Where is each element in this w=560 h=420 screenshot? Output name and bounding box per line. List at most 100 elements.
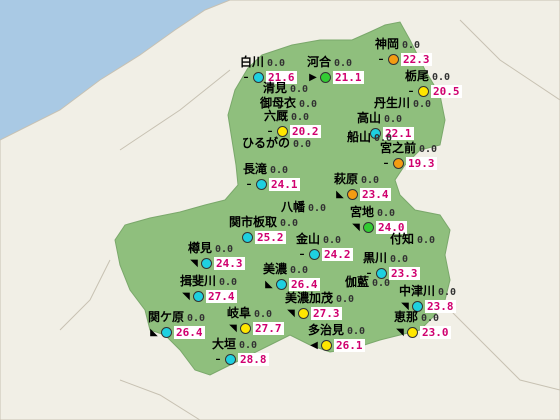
precipitation-value: 0.0 — [187, 313, 206, 324]
station-kagami[interactable]: 伽藍 0.0 — [345, 276, 390, 290]
precipitation-value: 0.0 — [280, 218, 299, 229]
temperature-value: 23.3 — [389, 266, 420, 280]
station-rokuga[interactable]: 六厩 0.0–20.2 — [264, 110, 321, 138]
station-kamioka[interactable]: 神岡 0.0 – 22.3 — [375, 38, 432, 66]
precipitation-value: 0.0 — [372, 278, 391, 289]
temperature-dot-icon — [256, 178, 267, 190]
station-neo[interactable]: 樽見 0.0 ◥ 24.3 — [188, 242, 245, 270]
precipitation-value: 0.0 — [384, 114, 403, 125]
temperature-value: 27.3 — [311, 306, 342, 320]
station-hachiman[interactable]: 八幡 0.0 — [281, 201, 326, 215]
wind-direction-icon: ◥ — [182, 291, 190, 302]
temperature-value: 23.4 — [360, 187, 391, 201]
station-name: 清見 — [263, 81, 288, 95]
wind-direction-icon: ◣ — [336, 189, 344, 200]
station-name: 栃尾 — [405, 69, 430, 83]
station-gifu[interactable]: 岐阜 0.0 ◥ 27.7 — [227, 307, 284, 335]
station-nagataki[interactable]: 長滝 0.0 – 24.1 — [243, 163, 300, 191]
precipitation-value: 0.0 — [299, 99, 318, 110]
precipitation-value: 0.0 — [219, 277, 238, 288]
station-mino[interactable]: 美濃 0.0 ◣ 26.4 — [263, 263, 320, 291]
wind-direction-icon: ▶ — [309, 72, 317, 83]
precipitation-value: 0.0 — [361, 175, 380, 186]
station-ogaki[interactable]: 大垣 0.0 – 28.8 — [212, 338, 269, 366]
precipitation-value: 0.0 — [347, 326, 366, 337]
temperature-dot-icon — [309, 248, 320, 260]
station-sekigahara[interactable]: 関ケ原 0.0 ◣ 26.4 — [148, 311, 205, 339]
station-ibigawa[interactable]: 揖斐川 0.0 ◥ 27.4 — [180, 275, 237, 303]
precipitation-value: 0.0 — [390, 254, 409, 265]
temperature-dot-icon — [242, 231, 253, 243]
temperature-dot-icon — [347, 188, 358, 200]
station-name: 美濃加茂 — [285, 291, 334, 305]
station-kawai[interactable]: 河合 0.0 ▶ 21.1 — [307, 56, 364, 84]
station-name: 八幡 — [281, 200, 306, 214]
temperature-value: 26.1 — [334, 338, 365, 352]
wind-direction-icon: – — [243, 72, 249, 83]
temperature-dot-icon — [321, 339, 332, 351]
temperature-dot-icon — [161, 326, 172, 338]
station-minokamo[interactable]: 美濃加茂 0.0 ◥ 27.3 — [285, 292, 354, 320]
station-kanayama[interactable]: 金山 0.0 – 24.2 — [296, 233, 353, 261]
temperature-dot-icon — [298, 307, 309, 319]
wind-direction-icon: ◥ — [287, 308, 295, 319]
station-name: 船山 — [347, 130, 372, 144]
precipitation-value: 0.0 — [413, 99, 432, 110]
station-nakatsugawa[interactable]: 中津川 0.0 ◥ 23.8 — [399, 285, 456, 313]
station-shirakawa[interactable]: 白川 0.0–21.6 — [240, 56, 297, 84]
station-hagiwara[interactable]: 萩原 0.0 ◣ 23.4 — [334, 173, 391, 201]
temperature-dot-icon — [363, 221, 374, 233]
precipitation-value: 0.0 — [254, 309, 273, 320]
temperature-dot-icon — [225, 353, 236, 365]
station-kiyomi[interactable]: 清見 0.0 — [263, 82, 308, 96]
temperature-value: 24.3 — [214, 256, 245, 270]
station-miyanomae[interactable]: 宮之前 0.0 – 19.3 — [380, 142, 437, 170]
precipitation-value: 0.0 — [402, 40, 421, 51]
station-name: 恵那 — [394, 310, 419, 324]
station-name: ひるがの — [242, 136, 291, 150]
wind-direction-icon: ◣ — [265, 279, 273, 290]
station-hirugano[interactable]: ひるがの 0.0 — [242, 137, 311, 151]
temperature-value: 22.3 — [401, 52, 432, 66]
precipitation-value: 0.0 — [438, 287, 457, 298]
precipitation-value: 0.0 — [334, 58, 353, 69]
station-name: 金山 — [296, 232, 321, 246]
precipitation-value: 0.0 — [291, 112, 310, 123]
station-name: 白川 — [240, 55, 265, 69]
station-ena[interactable]: 恵那 0.0 ◥ 23.0 — [394, 311, 451, 339]
station-nyukawa[interactable]: 丹生川 0.0 — [374, 97, 431, 111]
precipitation-value: 0.0 — [323, 235, 342, 246]
station-name: 大垣 — [212, 337, 237, 351]
temperature-value: 26.4 — [289, 277, 320, 291]
wind-direction-icon: – — [383, 158, 389, 169]
precipitation-value: 0.0 — [308, 203, 327, 214]
station-name: 関市板取 — [229, 215, 278, 229]
wind-direction-icon: ◥ — [229, 323, 237, 334]
station-tajimi[interactable]: 多治見 0.0 ◀ 26.1 — [308, 324, 365, 352]
station-name: 御母衣 — [260, 96, 297, 110]
precipitation-value: 0.0 — [419, 144, 438, 155]
wind-direction-icon: – — [299, 249, 305, 260]
temperature-value: 25.2 — [255, 230, 286, 244]
precipitation-value: 0.0 — [432, 72, 451, 83]
temperature-dot-icon — [393, 157, 404, 169]
station-miyaji[interactable]: 宮地 0.0 ◥ 24.0 — [350, 206, 407, 234]
temperature-value: 24.2 — [322, 247, 353, 261]
station-sekiitakadori[interactable]: 関市板取 0.0 25.2 — [229, 216, 298, 244]
temperature-dot-icon — [277, 125, 288, 137]
station-name: 黒川 — [363, 251, 388, 265]
temperature-value: 26.4 — [174, 325, 205, 339]
temperature-value: 27.4 — [206, 289, 237, 303]
station-tochio[interactable]: 栃尾 0.0–20.5 — [405, 70, 462, 98]
station-name: 中津川 — [399, 284, 436, 298]
station-name: 多治見 — [308, 323, 345, 337]
precipitation-value: 0.0 — [421, 313, 440, 324]
precipitation-value: 0.0 — [290, 84, 309, 95]
station-name: 萩原 — [334, 172, 359, 186]
temperature-dot-icon — [418, 85, 429, 97]
station-tsukechi[interactable]: 付知 0.0 — [390, 233, 435, 247]
temperature-value: 28.8 — [238, 352, 269, 366]
station-name: 樽見 — [188, 241, 213, 255]
station-name: 神岡 — [375, 37, 400, 51]
station-name: 宮地 — [350, 205, 375, 219]
